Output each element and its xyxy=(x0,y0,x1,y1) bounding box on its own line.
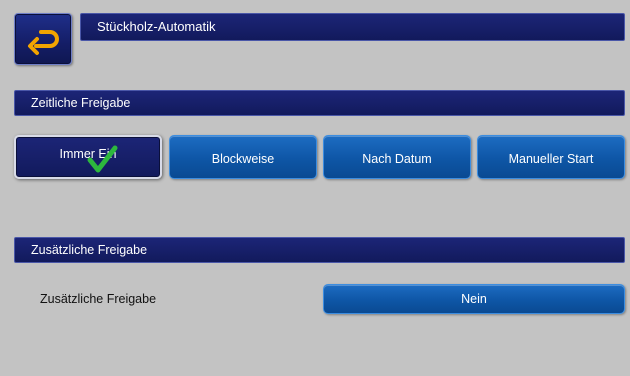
option-label: Nach Datum xyxy=(362,152,432,166)
option-label: Manueller Start xyxy=(508,152,594,166)
option-label: Blockweise xyxy=(211,152,275,166)
option-always-on-button[interactable]: Immer Ein xyxy=(14,135,162,179)
checkmark-icon xyxy=(87,145,118,173)
back-arrow-icon xyxy=(28,30,59,55)
back-button[interactable] xyxy=(14,13,72,65)
screen: Stückholz-Automatik Zeitliche Freigabe I… xyxy=(0,0,630,376)
section-title-time-release: Zeitliche Freigabe xyxy=(14,90,625,116)
option-manual-start-button[interactable]: Manueller Start xyxy=(477,135,625,179)
option-block-button[interactable]: Blockweise xyxy=(169,135,317,179)
additional-release-label: Zusätzliche Freigabe xyxy=(40,292,157,306)
additional-release-value: Nein xyxy=(461,292,487,306)
option-by-date-button[interactable]: Nach Datum xyxy=(323,135,471,179)
page-title: Stückholz-Automatik xyxy=(80,13,625,41)
additional-release-value-button[interactable]: Nein xyxy=(323,284,625,314)
section-title-additional-release: Zusätzliche Freigabe xyxy=(14,237,625,263)
